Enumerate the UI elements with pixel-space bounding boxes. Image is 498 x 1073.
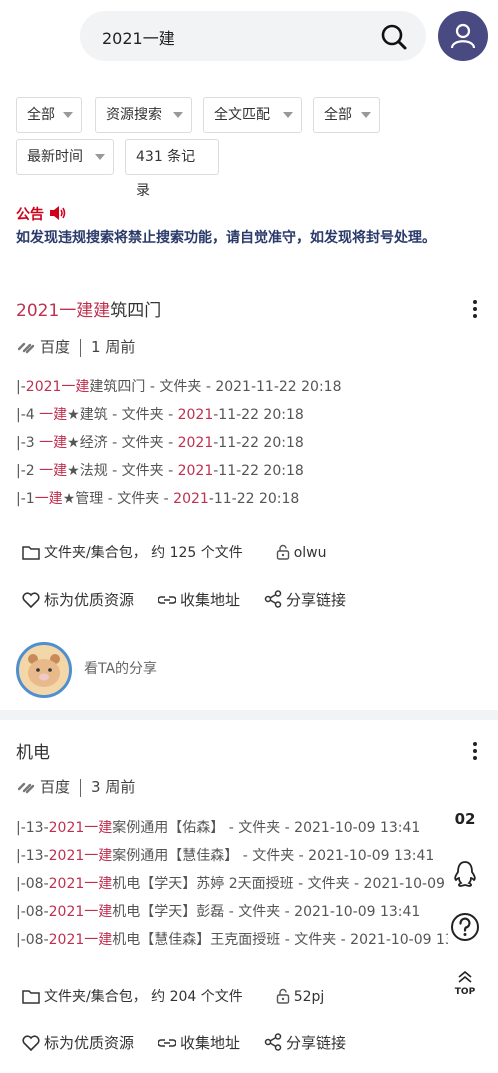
result-title[interactable]: 2021一建建筑四门	[16, 296, 161, 321]
result-actions: 标为优质资源 收集地址 分享链接	[22, 1032, 370, 1053]
qq-icon[interactable]	[452, 860, 478, 888]
result-info: 文件夹/集合包， 约 125 个文件 olwu	[22, 542, 326, 562]
filter-source-label: 全部	[324, 107, 352, 123]
share-icon	[264, 1033, 282, 1051]
list-item: |-13-2021一建案例通用【慧佳森】 - 文件夹 - 2021-10-09 …	[16, 848, 435, 864]
help-icon[interactable]	[448, 912, 482, 946]
sharer-label[interactable]: 看TA的分享	[84, 658, 157, 678]
notice-title: 公告	[16, 207, 44, 223]
file-list: |-13-2021一建案例通用【佑森】 - 文件夹 - 2021-10-09 1…	[16, 814, 448, 954]
heart-icon	[22, 592, 40, 608]
collect-address-button[interactable]: 收集地址	[158, 1032, 240, 1053]
search-input[interactable]: 2021一建	[102, 25, 175, 49]
mark-quality-button[interactable]: 标为优质资源	[22, 589, 134, 610]
search-bar[interactable]: 2021一建	[80, 11, 426, 61]
result-info: 文件夹/集合包， 约 204 个文件 52pj	[22, 986, 324, 1006]
record-count: 431 条记录	[125, 139, 219, 199]
list-item: |-08-2021一建机电【学天】彭磊 - 文件夹 - 2021-10-09 1…	[16, 904, 421, 920]
chevron-down-icon	[283, 112, 293, 118]
page-indicator: 02	[448, 810, 482, 828]
divider	[0, 710, 498, 720]
type-label: 文件夹/集合包	[44, 989, 133, 1005]
list-item: |-13-2021一建案例通用【佑森】 - 文件夹 - 2021-10-09 1…	[16, 820, 421, 836]
filter-match-label: 全文匹配	[214, 107, 270, 123]
speaker-icon	[49, 206, 66, 220]
title-text: 机电	[16, 743, 50, 763]
title-highlight: 2021一建建	[16, 301, 111, 321]
file-list: |-2021一建建筑四门 - 文件夹 - 2021-11-22 20:18 |-…	[16, 373, 486, 513]
list-item: |-08-2021一建机电【慧佳森】王克面授班 - 文件夹 - 2021-10-…	[16, 932, 448, 948]
folder-icon	[22, 990, 40, 1004]
result-card: 机电 百度 3 周前 |-13-2021一建案例通用【佑森】 - 文件夹 - 20…	[0, 730, 498, 1073]
page-number: 02	[454, 810, 476, 828]
back-to-top-button[interactable]: TOP	[448, 968, 482, 997]
filter-source[interactable]: 全部	[313, 97, 380, 133]
filter-scope-label: 全部	[27, 107, 55, 123]
share-link-button[interactable]: 分享链接	[264, 1032, 346, 1053]
share-icon	[264, 590, 282, 608]
time-label: 1 周前	[91, 338, 136, 356]
result-meta: 百度 1 周前	[16, 336, 135, 357]
result-card: 2021一建建筑四门 百度 1 周前 |-2021一建建筑四门 - 文件夹 - 2…	[0, 290, 498, 710]
share-link-button[interactable]: 分享链接	[264, 589, 346, 610]
list-item: |-08-2021一建机电【学天】苏婷 2天面授班 - 文件夹 - 2021-1…	[16, 876, 448, 892]
lock-icon	[276, 544, 289, 560]
filter-type-label: 资源搜索	[106, 107, 162, 123]
notice: 公告 如发现违规搜索将禁止搜索功能，请自觉准守，如发现将封号处理。	[16, 204, 486, 248]
filter-scope[interactable]: 全部	[16, 97, 82, 133]
help-icon[interactable]	[450, 912, 480, 942]
chevron-down-icon	[63, 112, 73, 118]
qq-icon[interactable]	[448, 860, 482, 892]
filter-match[interactable]: 全文匹配	[203, 97, 302, 133]
heart-icon	[22, 1035, 40, 1051]
list-item: |-2 一建★法规 - 文件夹 - 2021-11-22 20:18	[16, 463, 304, 479]
size-label: 约 125 个文件	[151, 545, 243, 561]
filter-type[interactable]: 资源搜索	[95, 97, 192, 133]
list-item: |-1一建★管理 - 文件夹 - 2021-11-22 20:18	[16, 491, 300, 507]
result-title[interactable]: 机电	[16, 738, 50, 763]
code-label: 52pj	[293, 989, 325, 1005]
source-label: 百度	[40, 778, 71, 796]
lock-icon	[276, 988, 289, 1004]
type-label: 文件夹/集合包	[44, 545, 133, 561]
link-icon	[17, 342, 35, 354]
list-item: |-4 一建★建筑 - 文件夹 - 2021-11-22 20:18	[16, 407, 304, 423]
user-avatar-button[interactable]	[438, 11, 488, 61]
user-icon	[450, 23, 476, 49]
chevron-down-icon	[361, 112, 371, 118]
link-icon	[158, 596, 177, 604]
notice-body: 如发现违规搜索将禁止搜索功能，请自觉准守，如发现将封号处理。	[16, 230, 436, 246]
collect-address-button[interactable]: 收集地址	[158, 589, 240, 610]
size-label: 约 204 个文件	[151, 989, 243, 1005]
more-icon[interactable]	[472, 300, 478, 321]
filter-sort[interactable]: 最新时间	[16, 139, 114, 175]
title-text: 筑四门	[110, 301, 162, 321]
list-item: |-3 一建★经济 - 文件夹 - 2021-11-22 20:18	[16, 435, 304, 451]
list-item: |-2021一建建筑四门 - 文件夹 - 2021-11-22 20:18	[16, 379, 342, 395]
sharer-avatar[interactable]	[16, 642, 72, 698]
chevron-down-icon	[173, 112, 183, 118]
code-label: olwu	[293, 545, 327, 561]
link-icon	[158, 1039, 177, 1047]
chevron-up-icon	[458, 970, 472, 983]
source-label: 百度	[40, 338, 71, 356]
result-meta: 百度 3 周前	[16, 776, 135, 797]
more-icon[interactable]	[472, 742, 478, 763]
mark-quality-button[interactable]: 标为优质资源	[22, 1032, 134, 1053]
search-icon[interactable]	[380, 23, 408, 51]
result-actions: 标为优质资源 收集地址 分享链接	[22, 589, 370, 610]
record-count-label: 431 条记录	[136, 149, 196, 199]
chevron-down-icon	[95, 154, 105, 160]
time-label: 3 周前	[91, 778, 136, 796]
folder-icon	[22, 546, 40, 560]
top-label: TOP	[454, 987, 476, 997]
filter-sort-label: 最新时间	[27, 149, 83, 165]
link-icon	[17, 782, 35, 794]
